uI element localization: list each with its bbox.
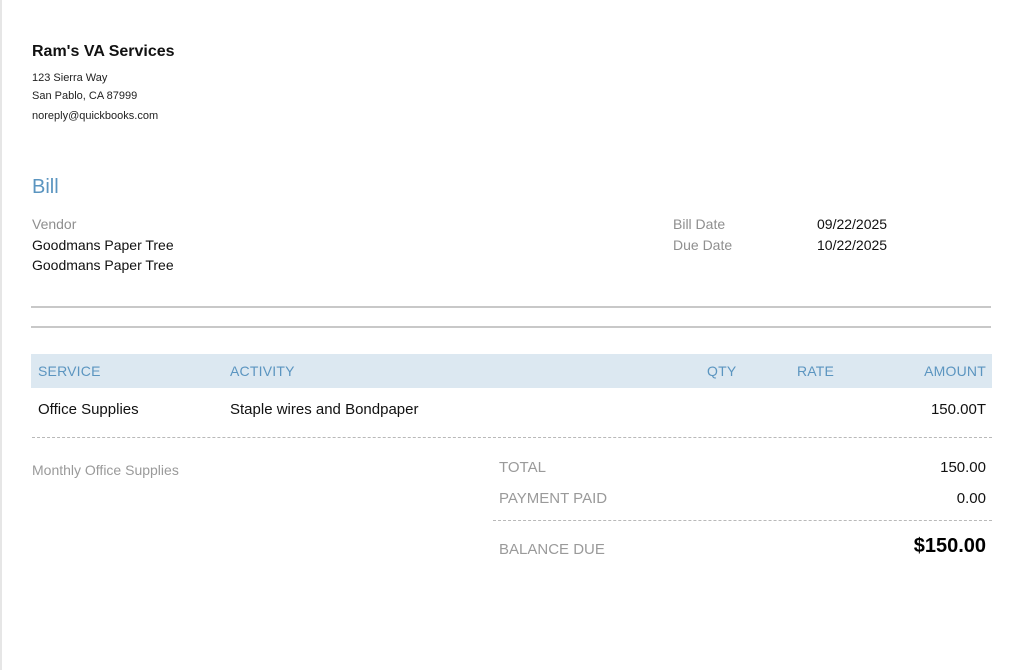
company-address-line2: San Pablo, CA 87999 (32, 90, 138, 102)
document-title: Bill (32, 176, 59, 198)
payment-paid-label: PAYMENT PAID (499, 490, 608, 507)
company-address-line1: 123 Sierra Way (32, 72, 108, 84)
page-left-border (0, 0, 2, 670)
company-name: Ram's VA Services (32, 43, 175, 60)
column-header-amount: AMOUNT (924, 363, 986, 379)
divider-line (31, 306, 991, 308)
bill-date-label: Bill Date (673, 216, 726, 232)
balance-due-value: $150.00 (913, 535, 986, 557)
vendor-name: Goodmans Paper Tree (32, 237, 174, 253)
row-service: Office Supplies (38, 401, 139, 418)
column-header-activity: ACTIVITY (230, 363, 295, 379)
total-value: 150.00 (940, 459, 986, 476)
due-date-value: 10/22/2025 (817, 237, 888, 253)
line-items-header: SERVICE ACTIVITY QTY RATE AMOUNT (31, 354, 992, 388)
company-email: noreply@quickbooks.com (32, 110, 159, 122)
row-separator (32, 437, 992, 438)
column-header-service: SERVICE (38, 363, 101, 379)
column-header-rate: RATE (797, 363, 835, 379)
memo-text: Monthly Office Supplies (32, 462, 179, 478)
bill-date-value: 09/22/2025 (817, 216, 888, 232)
row-activity: Staple wires and Bondpaper (230, 401, 419, 418)
column-header-qty: QTY (707, 363, 737, 379)
payment-paid-value: 0.00 (956, 490, 986, 507)
total-label: TOTAL (499, 459, 546, 476)
vendor-address: Goodmans Paper Tree (32, 257, 174, 273)
due-date-label: Due Date (673, 237, 733, 253)
vendor-label: Vendor (32, 216, 77, 232)
balance-due-label: BALANCE DUE (499, 541, 605, 558)
divider-line (31, 326, 991, 328)
summary-separator (493, 520, 992, 521)
row-amount: 150.00T (930, 401, 986, 418)
